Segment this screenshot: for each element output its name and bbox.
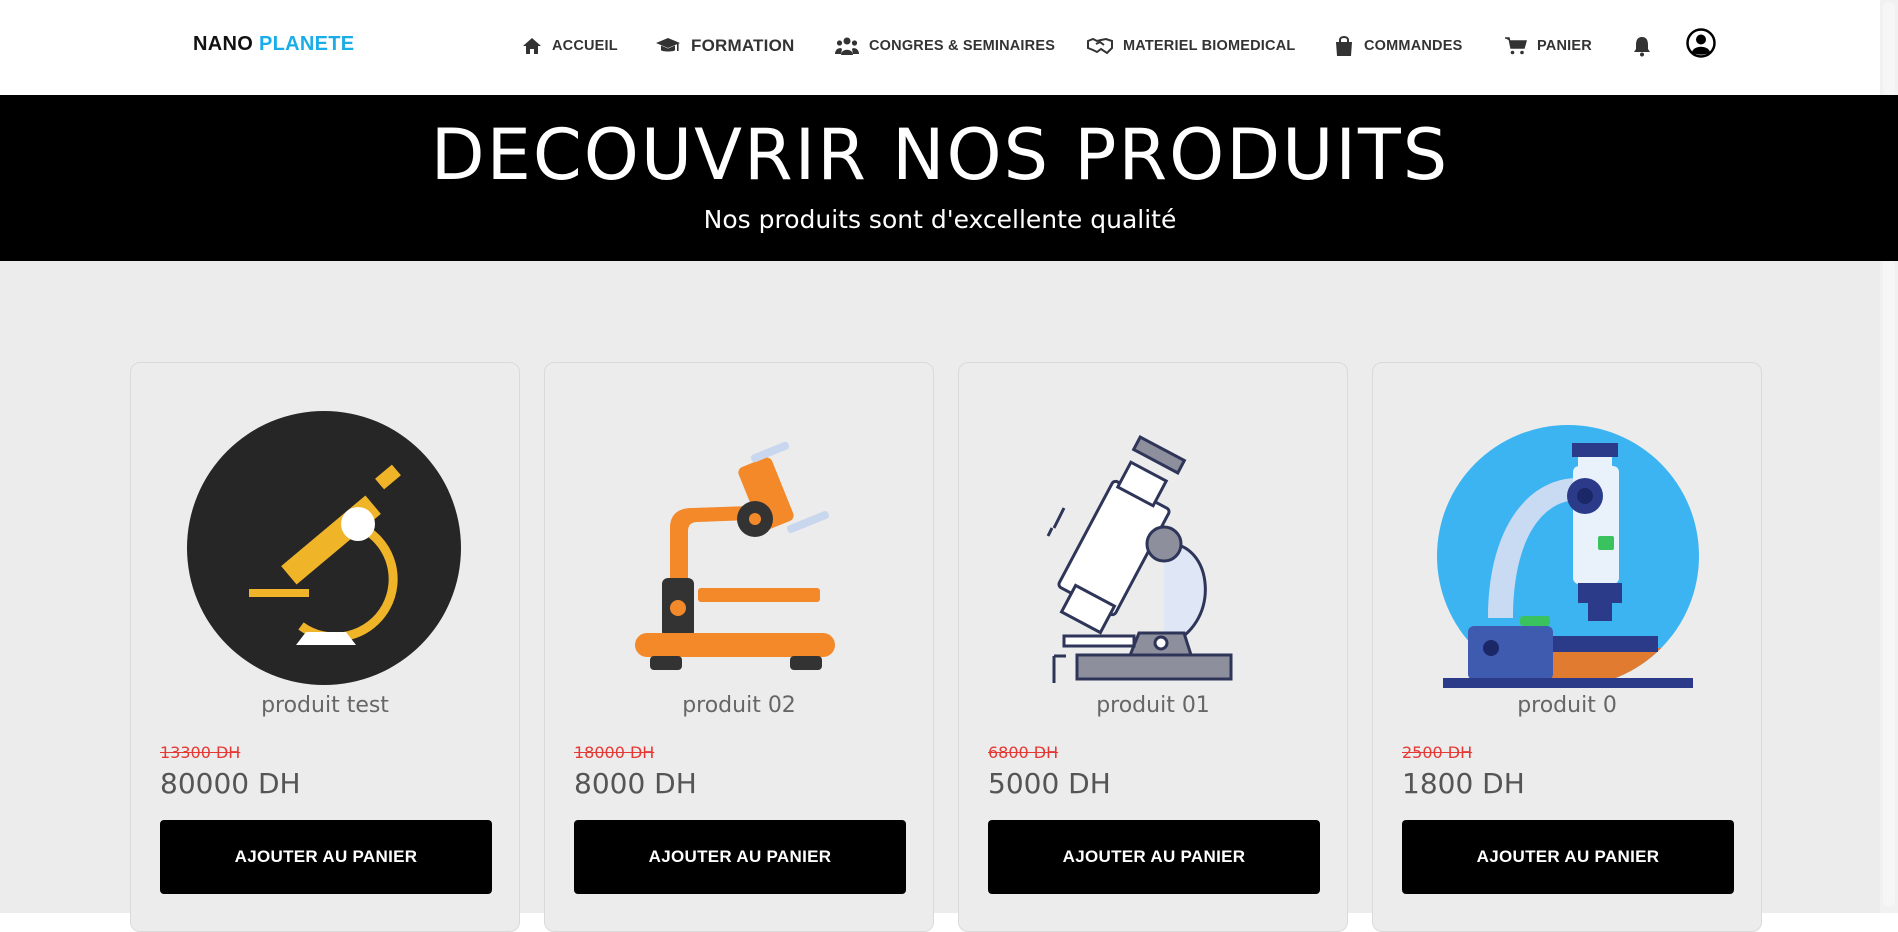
add-to-cart-button[interactable]: AJOUTER AU PANIER bbox=[160, 820, 492, 894]
product-card: produit test 13300 DH 80000 DH AJOUTER A… bbox=[130, 362, 520, 932]
account-button[interactable] bbox=[1686, 28, 1716, 58]
brand-logo[interactable]: NANO PLANETE bbox=[193, 33, 354, 56]
hero-banner: DECOUVRIR NOS PRODUITS Nos produits sont… bbox=[0, 95, 1898, 261]
product-price: 80000 DH bbox=[160, 767, 301, 800]
add-to-cart-button[interactable]: AJOUTER AU PANIER bbox=[988, 820, 1320, 894]
product-name[interactable]: produit 0 bbox=[1373, 693, 1761, 718]
brand-part-2: PLANETE bbox=[258, 33, 355, 55]
microscope-orange-icon bbox=[635, 441, 835, 670]
home-icon bbox=[523, 38, 541, 54]
nav-formation-label: FORMATION bbox=[691, 36, 795, 55]
handshake-icon bbox=[1087, 37, 1113, 55]
microscope-blue-circle-icon bbox=[1437, 425, 1699, 688]
graduation-cap-icon bbox=[656, 38, 680, 52]
product-card: produit 02 18000 DH 8000 DH AJOUTER AU P… bbox=[544, 362, 934, 932]
users-icon bbox=[835, 37, 859, 55]
product-card: produit 01 6800 DH 5000 DH AJOUTER AU PA… bbox=[958, 362, 1348, 932]
brand-part-1: NANO bbox=[193, 33, 254, 55]
navbar: NANO PLANETE ACCUEIL FORMATION CONGRES &… bbox=[0, 0, 1880, 95]
product-old-price: 18000 DH bbox=[574, 743, 655, 762]
nav-congres[interactable]: CONGRES & SEMINAIRES bbox=[835, 33, 1055, 59]
nav-materiel-label: MATERIEL BIOMEDICAL bbox=[1123, 38, 1296, 54]
nav-materiel[interactable]: MATERIEL BIOMEDICAL bbox=[1087, 33, 1295, 59]
user-circle-icon bbox=[1686, 28, 1716, 58]
nav-accueil[interactable]: ACCUEIL bbox=[522, 33, 618, 59]
nav-commandes[interactable]: COMMANDES bbox=[1334, 33, 1462, 59]
product-name[interactable]: produit test bbox=[131, 693, 519, 718]
nav-panier[interactable]: PANIER bbox=[1505, 33, 1592, 59]
nav-commandes-label: COMMANDES bbox=[1364, 38, 1463, 54]
product-old-price: 2500 DH bbox=[1402, 743, 1473, 762]
microscope-outline-icon bbox=[1046, 435, 1233, 683]
hero-subtitle: Nos produits sont d'excellente qualité bbox=[703, 205, 1177, 234]
product-price: 1800 DH bbox=[1402, 767, 1525, 800]
product-name[interactable]: produit 02 bbox=[545, 693, 933, 718]
product-old-price: 13300 DH bbox=[160, 743, 241, 762]
nav-congres-label: CONGRES & SEMINAIRES bbox=[869, 38, 1056, 54]
product-name[interactable]: produit 01 bbox=[959, 693, 1347, 718]
nav-accueil-label: ACCUEIL bbox=[552, 38, 618, 54]
products-section: produit test 13300 DH 80000 DH AJOUTER A… bbox=[0, 261, 1880, 932]
shopping-bag-icon bbox=[1336, 36, 1352, 56]
nav-formation[interactable]: FORMATION bbox=[655, 33, 794, 59]
nav-panier-label: PANIER bbox=[1537, 38, 1592, 54]
bell-icon bbox=[1634, 37, 1650, 57]
add-to-cart-button[interactable]: AJOUTER AU PANIER bbox=[1402, 820, 1734, 894]
hero-title: DECOUVRIR NOS PRODUITS bbox=[430, 114, 1450, 196]
notifications-button[interactable] bbox=[1632, 33, 1652, 59]
add-to-cart-button[interactable]: AJOUTER AU PANIER bbox=[574, 820, 906, 894]
product-price: 5000 DH bbox=[988, 767, 1111, 800]
product-price: 8000 DH bbox=[574, 767, 697, 800]
product-card: produit 0 2500 DH 1800 DH AJOUTER AU PAN… bbox=[1372, 362, 1762, 932]
product-old-price: 6800 DH bbox=[988, 743, 1059, 762]
microscope-dark-circle-icon bbox=[187, 411, 461, 685]
cart-icon bbox=[1505, 37, 1527, 55]
